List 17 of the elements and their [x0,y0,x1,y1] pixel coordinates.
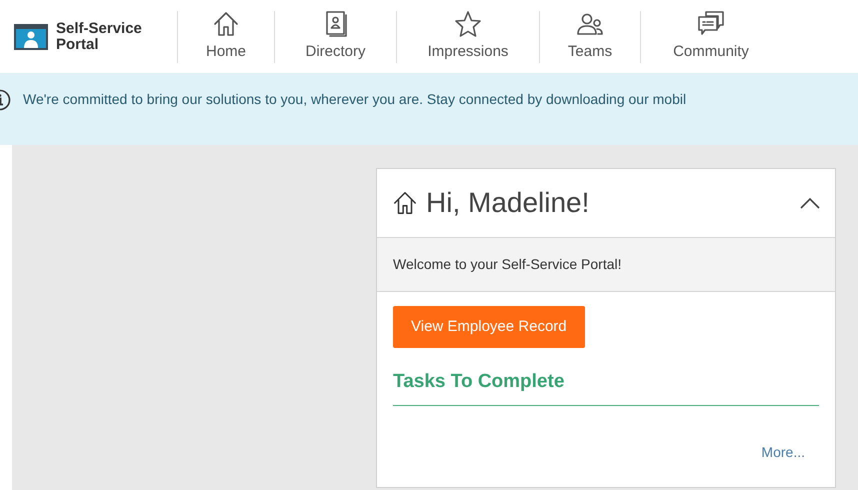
star-icon [454,10,482,38]
card-title: Hi, Madeline! [426,186,590,220]
chevron-up-icon[interactable] [800,197,820,209]
nav-tab[interactable]: Impressions [397,0,539,73]
nav-tab[interactable]: Teams [540,0,640,73]
portal-logo-icon [14,24,48,50]
welcome-text: Welcome to your Self-Service Portal! [393,255,622,274]
nav-tab[interactable]: Directory [275,0,396,73]
home-icon [212,10,240,38]
section-heading: Tasks To Complete [393,371,564,392]
nav-tab[interactable]: Home [178,0,274,73]
brand-name: Self-Service Portal [56,20,143,52]
home-icon [392,190,418,216]
chat-icon [696,10,726,38]
banner-message: We're committed to bring our solutions to you, wherever you are. Stay connected by downloading our mobil [23,90,686,109]
more-link[interactable]: More... [761,442,805,463]
nav-tab[interactable]: Community [641,0,781,73]
